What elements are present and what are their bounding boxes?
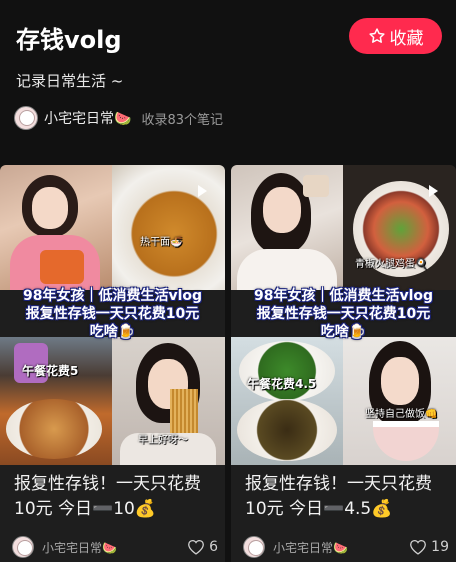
cover-tag: 坚持自己做饭👊 — [365, 409, 438, 420]
heart-icon — [410, 539, 427, 555]
like-count: 6 — [209, 539, 218, 555]
author-row[interactable]: 小宅宅日常🍉 收录83个笔记 — [14, 105, 223, 131]
cover-overlay-title: 98年女孩｜低消费生活vlog — [22, 288, 203, 304]
avatar[interactable] — [12, 536, 34, 558]
note-card[interactable]: 青椒火腿鸡蛋🍳 坚持自己做饭👊 98年女孩｜低消费生活vlog 报复性存钱一天只… — [231, 165, 456, 562]
album-title: 存钱volg — [16, 26, 122, 54]
note-author[interactable]: 小宅宅日常🍉 — [273, 539, 409, 556]
cover-photo-dish — [343, 165, 456, 290]
cover-lunch-label: 午餐花费5 — [22, 364, 79, 378]
favorite-label: 收藏 — [389, 28, 424, 49]
star-icon — [368, 28, 385, 43]
cover-photo-girl — [0, 165, 112, 290]
cover-tag: 早上好呀～ — [138, 435, 188, 446]
cover-overlay-title: 吃啥🍺 — [320, 324, 367, 340]
avatar[interactable] — [243, 536, 265, 558]
cover-overlay-title: 98年女孩｜低消费生活vlog — [253, 288, 434, 304]
album-header: 存钱volg 收藏 记录日常生活 ~ 小宅宅日常🍉 收录83个笔记 — [0, 0, 456, 165]
heart-icon — [188, 539, 205, 555]
favorite-button[interactable]: 收藏 — [349, 18, 442, 54]
note-author[interactable]: 小宅宅日常🍉 — [42, 539, 187, 556]
cover-overlay-title: 报复性存钱一天只花费10元 — [25, 306, 200, 322]
avatar[interactable] — [14, 106, 38, 130]
like-button[interactable]: 19 — [409, 539, 449, 555]
note-footer: 小宅宅日常🍉 19 — [243, 535, 449, 559]
cover-overlay-title: 报复性存钱一天只花费10元 — [256, 306, 431, 322]
author-name[interactable]: 小宅宅日常🍉 — [44, 108, 131, 128]
cover-photo-lunch — [231, 337, 343, 465]
cover-tag: 热干面🍜 — [140, 237, 183, 248]
like-count: 19 — [431, 539, 449, 555]
cover-lunch-label: 午餐花费4.5 — [247, 377, 317, 391]
note-footer: 小宅宅日常🍉 6 — [12, 535, 218, 559]
cover-overlay-title: 吃啥🍺 — [89, 324, 136, 340]
note-cover-image[interactable]: 青椒火腿鸡蛋🍳 坚持自己做饭👊 98年女孩｜低消费生活vlog 报复性存钱一天只… — [231, 165, 456, 465]
collected-count: 收录83个笔记 — [141, 112, 223, 128]
cover-tag: 青椒火腿鸡蛋🍳 — [355, 259, 428, 270]
cover-photo-lunch — [0, 337, 112, 465]
note-title[interactable]: 报复性存钱！一天只花费10元 今日➖4.5💰 — [245, 472, 445, 522]
album-description: 记录日常生活 ~ — [16, 72, 124, 90]
cover-photo-girl — [231, 165, 343, 290]
cover-photo-girl-2 — [343, 337, 456, 465]
note-cover-image[interactable]: 热干面🍜 早上好呀～ 98年女孩｜低消费生活vlog 报复性存钱一天只花费10元… — [0, 165, 225, 465]
note-card[interactable]: 热干面🍜 早上好呀～ 98年女孩｜低消费生活vlog 报复性存钱一天只花费10元… — [0, 165, 225, 562]
like-button[interactable]: 6 — [187, 539, 218, 555]
note-title[interactable]: 报复性存钱！一天只花费10元 今日➖10💰 — [14, 472, 214, 522]
cover-photo-noodles — [112, 165, 225, 290]
